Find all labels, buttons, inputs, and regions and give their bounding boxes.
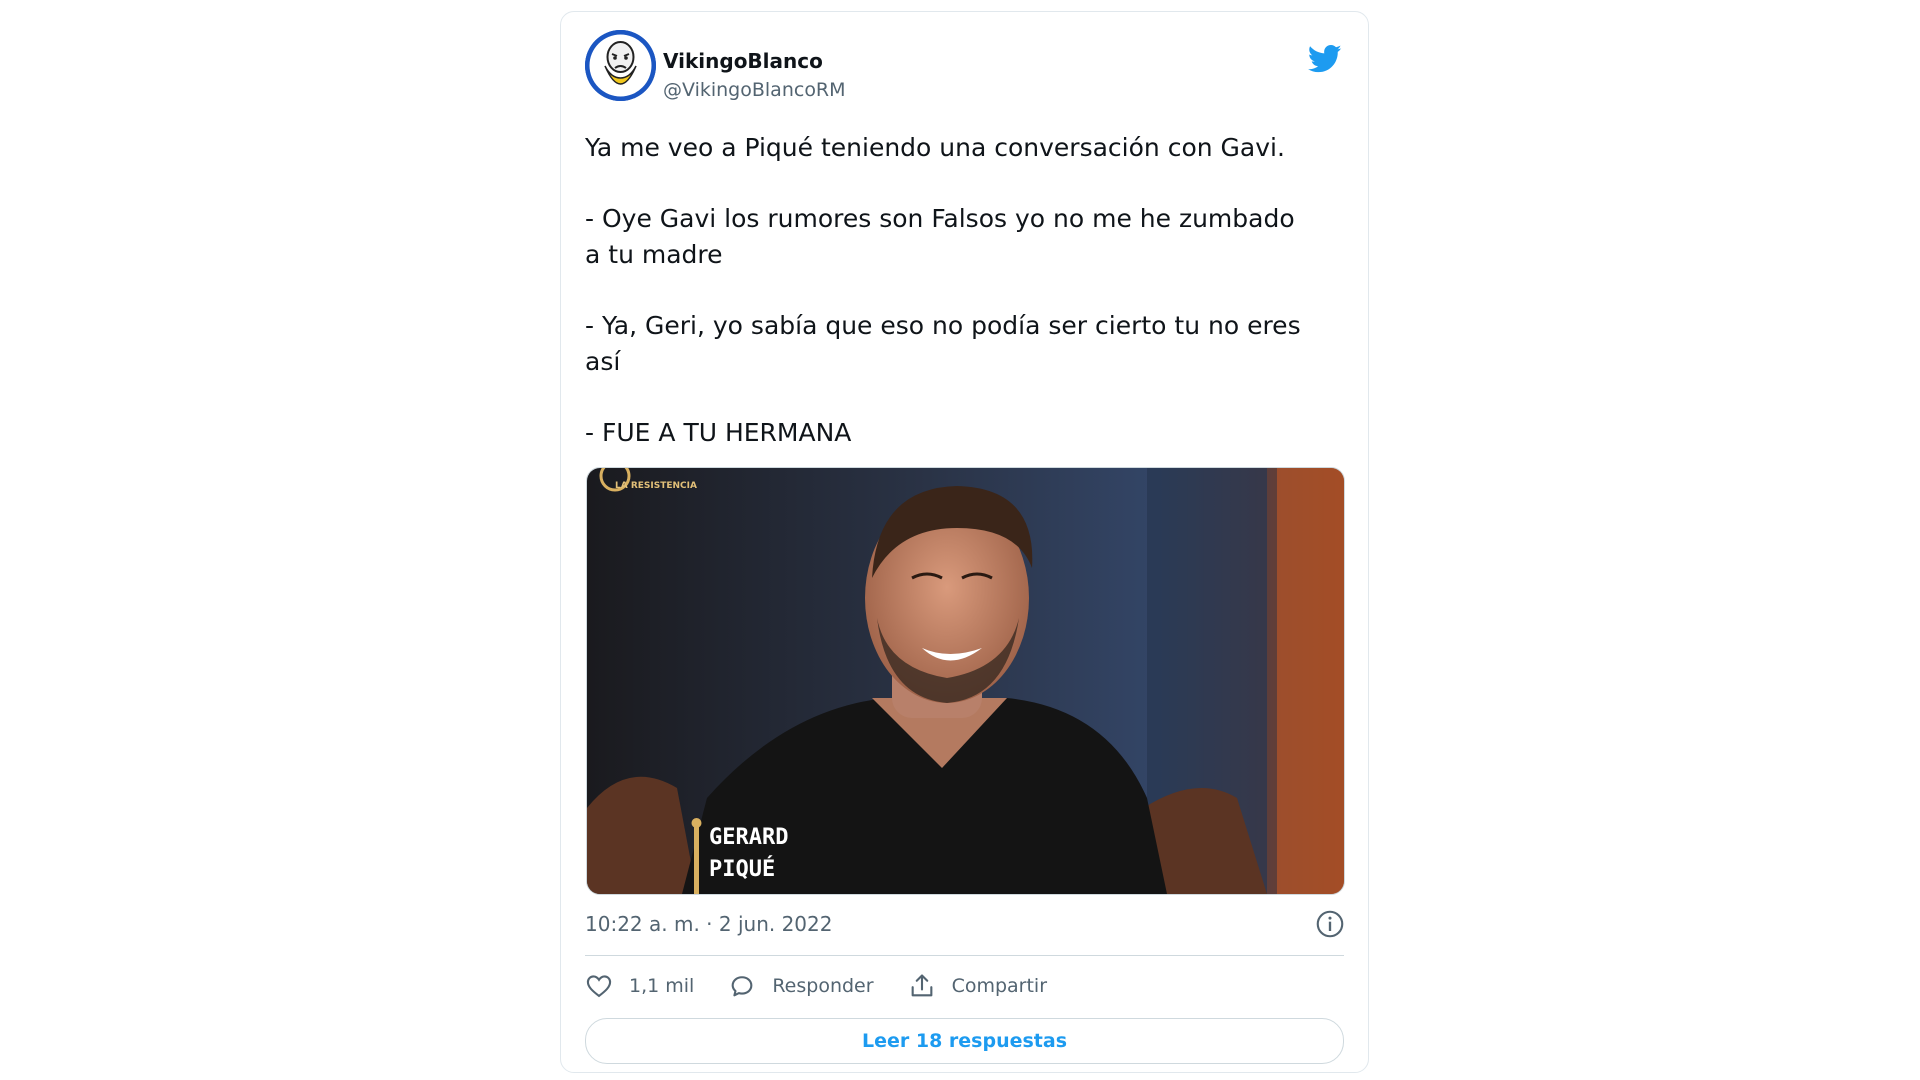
share-label: Compartir xyxy=(951,975,1048,997)
like-count: 1,1 mil xyxy=(629,975,695,997)
user-names: VikingoBlanco @VikingoBlancoRM xyxy=(663,48,846,103)
avatar[interactable] xyxy=(585,30,656,101)
tweet-header: VikingoBlanco @VikingoBlancoRM xyxy=(585,30,1344,106)
speech-bubble-icon xyxy=(731,976,753,997)
user-handle[interactable]: @VikingoBlancoRM xyxy=(663,77,846,103)
read-replies-button[interactable]: Leer 18 respuestas xyxy=(585,1018,1344,1064)
info-icon[interactable] xyxy=(1316,910,1344,938)
tweet-card: VikingoBlanco @VikingoBlancoRM Ya me veo… xyxy=(560,11,1369,1073)
reply-label: Responder xyxy=(772,975,874,997)
tweet-paragraph: - FUE A TU HERMANA xyxy=(585,418,852,447)
tweet-meta: 10:22 a. m. · 2 jun. 2022 xyxy=(585,907,1344,941)
twitter-bird-icon[interactable] xyxy=(1308,44,1342,74)
media-name-overlay-line1: GERARD xyxy=(709,825,788,850)
avatar-image xyxy=(585,30,656,101)
tweet-timestamp[interactable]: 10:22 a. m. · 2 jun. 2022 xyxy=(585,912,832,936)
reply-button[interactable]: Responder xyxy=(728,972,874,1000)
media-channel-overlay: LA RESISTENCIA xyxy=(615,481,697,491)
tweet-paragraph: - Oye Gavi los rumores son Falsos yo no … xyxy=(585,204,1295,269)
tweet-paragraph: Ya me veo a Piqué teniendo una conversac… xyxy=(585,133,1285,162)
display-name[interactable]: VikingoBlanco xyxy=(663,48,846,74)
action-bar: 1,1 mil Responder Compartir xyxy=(585,967,1081,1005)
media-photo: LA RESISTENCIA GERARD PIQUÉ xyxy=(587,468,1344,894)
tweet-paragraph: - Ya, Geri, yo sabía que eso no podía se… xyxy=(585,311,1301,376)
media-name-overlay-line2: PIQUÉ xyxy=(709,856,775,882)
tweet-media[interactable]: LA RESISTENCIA GERARD PIQUÉ xyxy=(586,467,1345,895)
share-button[interactable]: Compartir xyxy=(908,972,1047,1000)
divider xyxy=(585,955,1344,956)
tweet-text: Ya me veo a Piqué teniendo una conversac… xyxy=(585,130,1345,486)
share-icon xyxy=(911,974,932,997)
like-button[interactable]: 1,1 mil xyxy=(585,972,694,1000)
heart-icon xyxy=(586,975,612,998)
